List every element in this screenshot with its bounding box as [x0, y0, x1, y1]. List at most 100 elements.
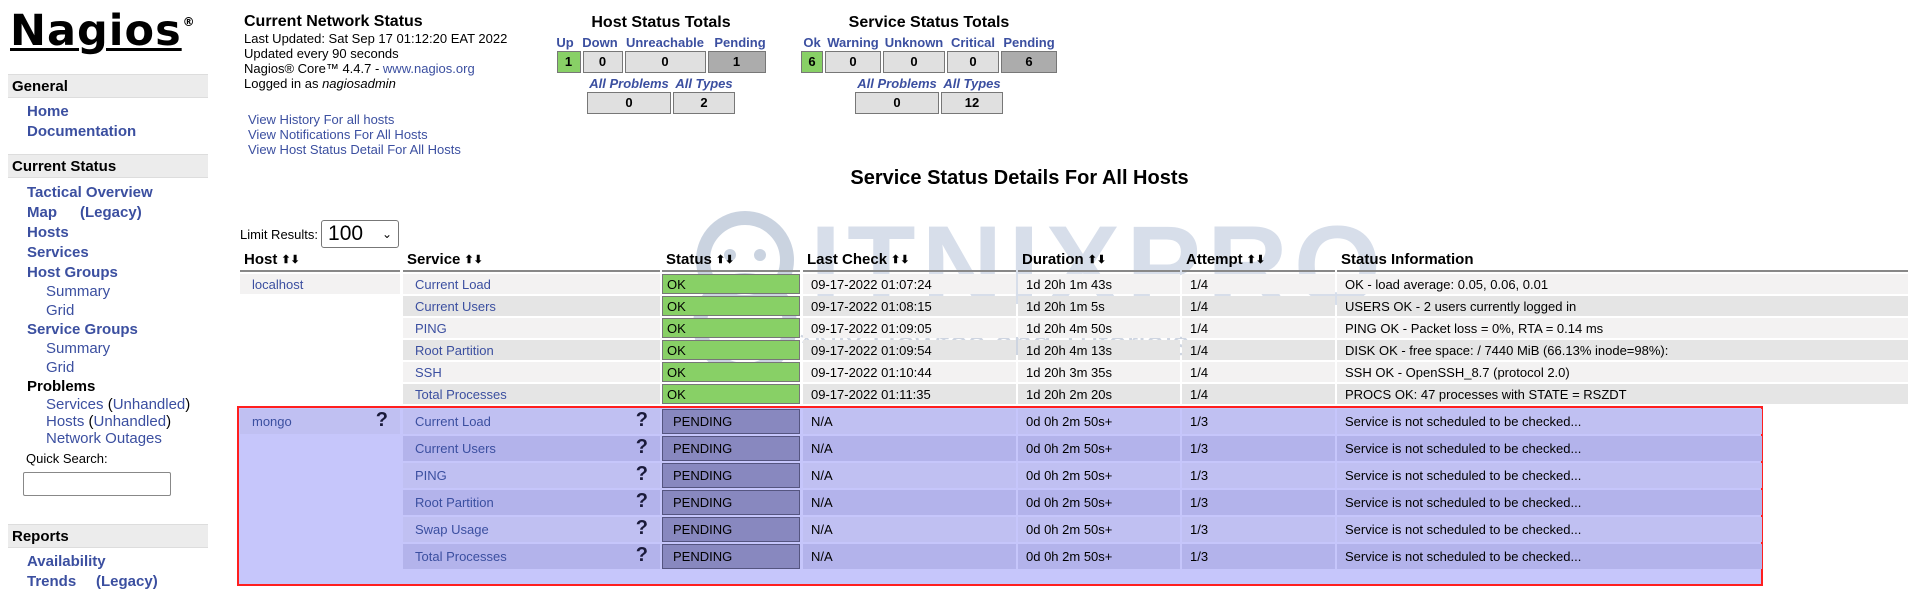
nav-problems-hosts[interactable]: Hosts	[46, 413, 84, 430]
service-link[interactable]: Current Load	[415, 414, 491, 429]
nav-header-reports: Reports	[8, 524, 208, 548]
service-link[interactable]: Current Users	[415, 299, 496, 314]
question-mark-icon[interactable]: ?	[376, 409, 388, 432]
duration-cell: 0d 0h 2m 50s+	[1018, 436, 1180, 461]
last-check-cell: 09-17-2022 01:11:35	[803, 384, 1016, 404]
view-host-status-link[interactable]: View Host Status Detail For All Hosts	[248, 142, 461, 157]
nav-problems-hosts-unhandled[interactable]: Unhandled	[94, 413, 167, 430]
attempt-cell: 1/4	[1182, 274, 1335, 294]
service-total-unknown-value: 0	[883, 51, 945, 73]
nav-problems-hosts-row: Hosts (Unhandled)	[46, 413, 172, 430]
status-badge: OK	[662, 296, 800, 316]
col-header-duration[interactable]: Duration ⬆⬇	[1018, 250, 1180, 272]
nav-hosts[interactable]: Hosts	[27, 224, 69, 241]
view-notifications-link[interactable]: View Notifications For All Hosts	[248, 127, 461, 142]
nav-host-groups[interactable]: Host Groups	[27, 264, 118, 281]
status-badge: OK	[662, 340, 800, 360]
sort-arrows-icon[interactable]: ⬆⬇	[1088, 254, 1106, 266]
host-status-totals: Host Status Totals Up Down Unreachable P…	[548, 14, 774, 114]
nav-service-groups-summary[interactable]: Summary	[46, 340, 110, 357]
sort-arrows-icon[interactable]: ⬆⬇	[891, 254, 909, 266]
host-total-unreachable-label[interactable]: Unreachable	[622, 35, 708, 50]
nav-home[interactable]: Home	[27, 103, 69, 120]
service-total-critical-value: 0	[947, 51, 999, 73]
view-history-link[interactable]: View History For all hosts	[248, 112, 461, 127]
service-total-ok-label[interactable]: Ok	[801, 35, 823, 50]
question-mark-icon[interactable]: ?	[636, 409, 648, 432]
question-mark-icon[interactable]: ?	[636, 490, 648, 513]
nav-trends-legacy[interactable]: (Legacy)	[96, 573, 158, 590]
nagios-logo[interactable]: Nagios®	[10, 10, 196, 53]
nav-network-outages[interactable]: Network Outages	[46, 430, 162, 447]
col-header-last-check-label: Last Check	[807, 251, 888, 268]
last-check-cell: 09-17-2022 01:09:05	[803, 318, 1016, 338]
host-all-problems-label[interactable]: All Problems	[587, 76, 671, 91]
service-all-types-value: 12	[941, 92, 1003, 114]
duration-cell: 0d 0h 2m 50s+	[1018, 490, 1180, 515]
sort-arrows-icon[interactable]: ⬆⬇	[464, 254, 482, 266]
limit-results-select[interactable]: 100 ⌄	[321, 220, 400, 248]
quick-search-input[interactable]	[23, 472, 171, 496]
service-link[interactable]: PING	[415, 321, 447, 336]
nagios-website-link[interactable]: www.nagios.org	[383, 61, 475, 76]
service-total-pending-label[interactable]: Pending	[1001, 35, 1057, 50]
service-link[interactable]: Total Processes	[415, 387, 507, 402]
question-mark-icon[interactable]: ?	[636, 436, 648, 459]
question-mark-icon[interactable]: ?	[636, 463, 648, 486]
nav-service-groups[interactable]: Service Groups	[27, 321, 138, 338]
nav-services[interactable]: Services	[27, 244, 89, 261]
service-link[interactable]: Swap Usage	[415, 522, 489, 537]
service-link[interactable]: Current Load	[415, 277, 491, 292]
service-link[interactable]: Current Users	[415, 441, 496, 456]
col-header-host[interactable]: Host ⬆⬇	[240, 250, 400, 272]
host-link[interactable]: mongo	[252, 414, 292, 429]
nav-host-groups-summary[interactable]: Summary	[46, 283, 110, 300]
col-header-status-label: Status	[666, 251, 712, 268]
sort-arrows-icon[interactable]: ⬆⬇	[1247, 254, 1265, 266]
host-all-problems-value: 0	[587, 92, 671, 114]
status-info-cell: DISK OK - free space: / 7440 MiB (66.13%…	[1337, 340, 1908, 360]
nav-availability[interactable]: Availability	[27, 553, 106, 570]
question-mark-icon[interactable]: ?	[636, 544, 648, 567]
last-check-cell: N/A	[803, 463, 1016, 488]
host-link[interactable]: localhost	[252, 277, 303, 292]
host-total-down-label[interactable]: Down	[580, 35, 620, 50]
sort-arrows-icon[interactable]: ⬆⬇	[716, 254, 734, 266]
service-all-problems-label[interactable]: All Problems	[855, 76, 939, 91]
host-total-up-label[interactable]: Up	[552, 35, 578, 50]
nav-map-legacy[interactable]: (Legacy)	[80, 204, 142, 221]
nav-host-groups-grid[interactable]: Grid	[46, 302, 74, 319]
col-header-last-check[interactable]: Last Check ⬆⬇	[803, 250, 1016, 272]
service-cell: Current Load?	[403, 409, 660, 434]
nav-trends[interactable]: Trends	[27, 573, 76, 590]
service-total-unknown-label[interactable]: Unknown	[883, 35, 945, 50]
service-total-critical-label[interactable]: Critical	[947, 35, 999, 50]
col-header-status[interactable]: Status ⬆⬇	[662, 250, 800, 272]
nav-documentation[interactable]: Documentation	[27, 123, 136, 140]
logged-in-user: nagiosadmin	[322, 76, 396, 91]
nav-map[interactable]: Map	[27, 204, 57, 221]
service-total-pending-value: 6	[1001, 51, 1057, 73]
service-link[interactable]: Root Partition	[415, 343, 494, 358]
service-link[interactable]: Root Partition	[415, 495, 494, 510]
question-mark-icon[interactable]: ?	[636, 517, 648, 540]
service-link[interactable]: PING	[415, 468, 447, 483]
host-total-pending-label[interactable]: Pending	[710, 35, 770, 50]
host-total-pending-value: 1	[707, 51, 766, 73]
nav-service-groups-grid[interactable]: Grid	[46, 359, 74, 376]
col-header-attempt[interactable]: Attempt ⬆⬇	[1182, 250, 1335, 272]
service-link[interactable]: SSH	[415, 365, 442, 380]
limit-results-label: Limit Results:	[240, 226, 319, 242]
service-all-types-label[interactable]: All Types	[941, 76, 1003, 91]
service-cell: Current Users	[403, 296, 660, 316]
col-header-service[interactable]: Service ⬆⬇	[403, 250, 660, 272]
service-total-warning-label[interactable]: Warning	[825, 35, 881, 50]
table-row: Current Users? PENDING N/A 0d 0h 2m 50s+ 1/3…	[240, 436, 1908, 461]
status-badge: OK	[662, 362, 800, 382]
nav-problems-services[interactable]: Services	[46, 396, 104, 413]
host-all-types-label[interactable]: All Types	[673, 76, 735, 91]
status-badge: PENDING	[662, 490, 800, 515]
sort-arrows-icon[interactable]: ⬆⬇	[281, 254, 299, 266]
nav-problems-services-unhandled[interactable]: Unhandled	[113, 396, 186, 413]
service-link[interactable]: Total Processes	[415, 549, 507, 564]
